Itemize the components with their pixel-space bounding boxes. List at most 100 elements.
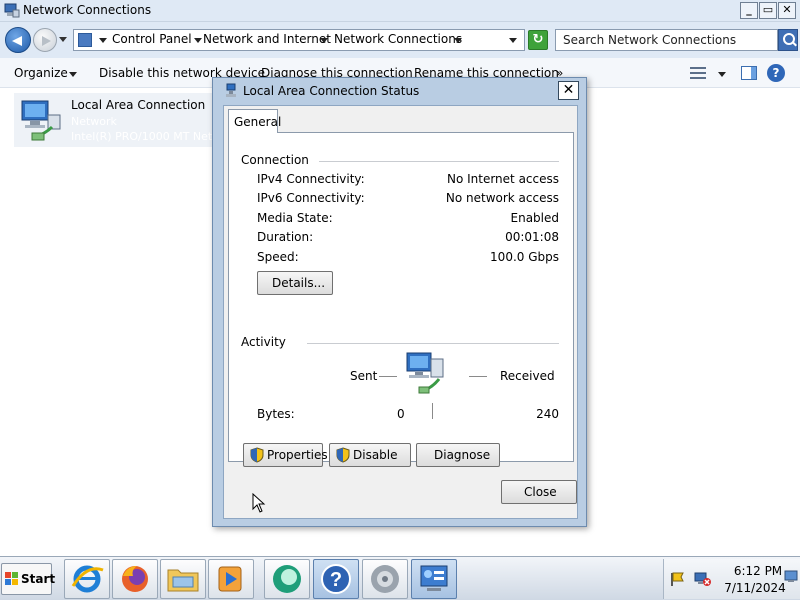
ipv6-label: IPv6 Connectivity:: [257, 191, 365, 205]
start-button[interactable]: Start: [1, 563, 55, 595]
svg-text:?: ?: [330, 569, 342, 591]
media-player-taskbar-button[interactable]: [208, 559, 254, 599]
disable-button[interactable]: Disable: [329, 443, 411, 467]
group-divider: [319, 161, 559, 162]
properties-button-label: Properties: [267, 448, 328, 462]
bytes-label: Bytes:: [257, 407, 295, 421]
properties-button[interactable]: Properties: [243, 443, 328, 467]
chevron-down-icon[interactable]: [454, 38, 462, 43]
chevron-down-icon[interactable]: [194, 38, 202, 43]
chevron-down-icon[interactable]: [69, 72, 77, 77]
address-bar[interactable]: Control Panel Network and Internet Netwo…: [73, 29, 525, 51]
sent-line: [379, 376, 397, 377]
address-history-dropdown[interactable]: [509, 38, 517, 43]
firefox-icon: [122, 566, 148, 592]
breadcrumb-network-connections[interactable]: Network Connections: [334, 32, 462, 46]
change-view-icon[interactable]: [690, 66, 706, 80]
dialog-close-button[interactable]: ✕: [558, 81, 579, 100]
network-connections-icon: [4, 3, 20, 18]
internet-explorer-icon: [71, 565, 104, 593]
show-desktop-icon[interactable]: [784, 569, 798, 583]
refresh-button[interactable]: ↻: [528, 30, 548, 50]
ipv4-value: No Internet access: [446, 172, 559, 186]
uac-shield-icon: [250, 447, 264, 463]
clock-time[interactable]: 6:12 PM: [728, 564, 788, 578]
bytes-divider: [432, 403, 433, 419]
firefox-taskbar-button[interactable]: [112, 559, 158, 599]
clock-date[interactable]: 7/11/2024: [722, 581, 788, 595]
connection-group-title: Connection: [241, 153, 315, 167]
dialog-titlebar[interactable]: Local Area Connection Status ✕: [213, 78, 586, 104]
disable-button-label: Disable: [353, 448, 398, 462]
tab-general[interactable]: General: [228, 109, 282, 133]
sent-label: Sent: [350, 369, 378, 383]
dialog-title: Local Area Connection Status: [243, 84, 420, 98]
window-titlebar: Network Connections _ ▭ ✕: [0, 0, 800, 22]
media-player-icon: [218, 566, 242, 592]
breadcrumb-network-and-internet[interactable]: Network and Internet: [203, 32, 331, 46]
network-connections-icon: [420, 565, 448, 591]
speed-label: Speed:: [257, 250, 299, 264]
help-and-support-taskbar-button[interactable]: ?: [313, 559, 359, 599]
duration-label: Duration:: [257, 230, 314, 244]
help-icon[interactable]: ?: [767, 64, 785, 82]
duration-value: 00:01:08: [505, 230, 559, 244]
network-connections-taskbar-button[interactable]: [411, 559, 457, 599]
received-label: Received: [500, 369, 555, 383]
activity-group-title: Activity: [241, 335, 292, 349]
bytes-received-value: 240: [536, 407, 559, 421]
connection-name: Local Area Connection: [71, 98, 206, 112]
bytes-sent-value: 0: [397, 407, 405, 421]
organize-menu[interactable]: Organize: [14, 66, 68, 80]
windows-logo-icon: [5, 572, 19, 586]
close-button[interactable]: Close: [501, 480, 577, 504]
minimize-button[interactable]: _: [740, 2, 758, 19]
folder-icon: [167, 569, 199, 592]
control-panel-icon: [78, 33, 92, 47]
back-button[interactable]: [5, 27, 31, 53]
connection-status-dialog: Local Area Connection Status ✕ Connectio…: [212, 77, 587, 527]
local-area-connection-item[interactable]: Local Area Connection Network Intel(R) P…: [14, 93, 305, 147]
details-button[interactable]: Details...: [257, 271, 333, 295]
recent-pages-dropdown[interactable]: [59, 37, 67, 42]
search-input[interactable]: Search Network Connections: [555, 29, 778, 51]
chevron-down-icon[interactable]: [718, 72, 726, 77]
speed-value: 100.0 Gbps: [490, 250, 559, 264]
chevron-down-icon[interactable]: [99, 38, 107, 43]
maximize-button[interactable]: ▭: [759, 2, 777, 19]
network-disconnected-icon[interactable]: [694, 571, 712, 587]
media-center-taskbar-button[interactable]: [264, 559, 310, 599]
mouse-cursor-icon: [252, 493, 266, 513]
media-state-value: Enabled: [510, 211, 560, 225]
diagnose-button-label: Diagnose: [434, 448, 491, 462]
speaker-icon: [371, 565, 399, 593]
media-center-icon: [273, 565, 301, 593]
details-button-label: Details...: [272, 276, 326, 290]
ipv4-label: IPv4 Connectivity:: [257, 172, 365, 186]
preview-pane-icon[interactable]: [741, 66, 757, 80]
tab-general-label: General: [234, 115, 282, 129]
forward-button[interactable]: [33, 28, 57, 52]
help-and-support-icon: ?: [321, 564, 351, 594]
taskbar: Start ? 6:12 PM 7/11/2024: [0, 556, 800, 600]
window-title: Network Connections: [23, 3, 152, 17]
speaker-taskbar-button[interactable]: [362, 559, 408, 599]
windows-explorer-taskbar-button[interactable]: [160, 559, 206, 599]
action-center-flag-icon[interactable]: [669, 571, 685, 587]
media-state-label: Media State:: [257, 211, 333, 225]
chevron-down-icon[interactable]: [320, 38, 328, 43]
received-line: [469, 376, 487, 377]
close-window-button[interactable]: ✕: [778, 2, 796, 19]
ipv6-value: No network access: [445, 191, 559, 205]
breadcrumb-control-panel[interactable]: Control Panel: [112, 32, 192, 46]
internet-explorer-taskbar-button[interactable]: [64, 559, 110, 599]
network-adapter-icon: [21, 100, 61, 141]
general-tab-panel: Connection IPv4 Connectivity: No Interne…: [228, 132, 574, 467]
close-button-label: Close: [524, 485, 557, 499]
diagnose-button[interactable]: Diagnose: [416, 443, 500, 467]
uac-shield-icon: [336, 447, 350, 463]
network-connection-icon: [226, 83, 236, 97]
search-icon[interactable]: [778, 29, 798, 51]
dialog-body: Connection IPv4 Connectivity: No Interne…: [223, 105, 578, 519]
network-activity-icon: [406, 352, 444, 394]
